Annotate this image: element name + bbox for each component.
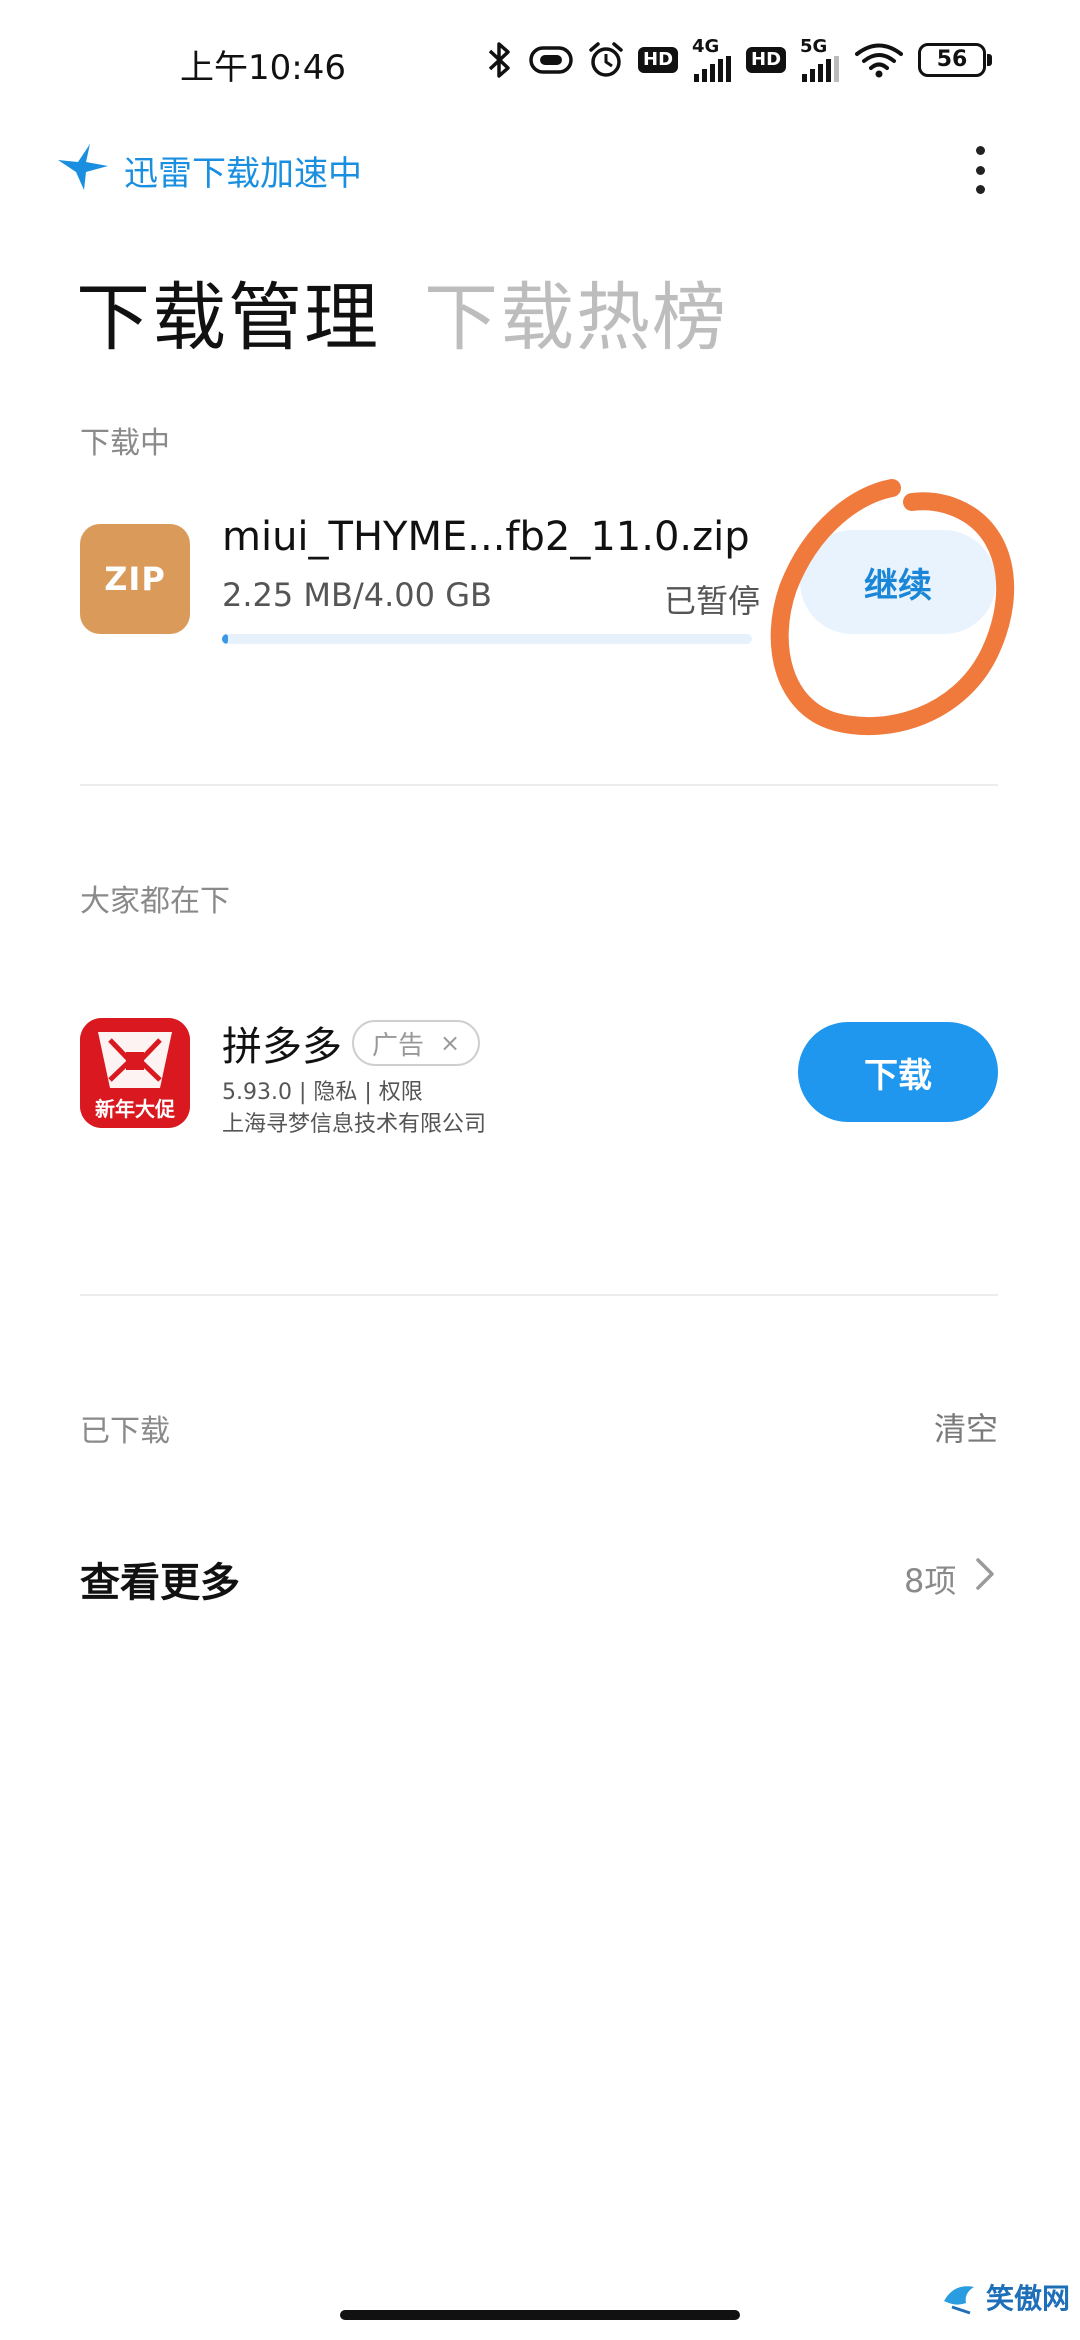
section-label-everyone-downloading: 大家都在下 [80, 884, 230, 919]
section-label-downloading: 下载中 [80, 426, 170, 461]
download-file-name[interactable]: miui_THYME...fb2_11.0.zip [222, 514, 750, 560]
watermark: 笑傲网 [940, 2264, 1076, 2330]
ad-badge: 广告 × [352, 1020, 480, 1066]
more-dot-icon [975, 185, 985, 194]
downloaded-count: 8项 [904, 1562, 957, 1600]
clear-button[interactable]: 清空 [934, 1404, 998, 1450]
watermark-logo-icon [944, 2286, 974, 2315]
tab-download-manage[interactable]: 下载管理 [76, 258, 380, 365]
bluetooth-icon [486, 40, 514, 80]
ad-app-name[interactable]: 拼多多 [222, 1014, 342, 1072]
hd-badge-2: HD [746, 47, 787, 73]
more-menu-button[interactable] [960, 140, 1000, 200]
signal-icon-1: 4G [692, 38, 732, 82]
alarm-icon [588, 41, 624, 79]
app-icon-caption: 新年大促 [95, 1097, 176, 1121]
xunlei-bird-icon [56, 140, 110, 194]
wifi-icon [854, 41, 904, 79]
status-time: 上午10:46 [180, 48, 346, 88]
section-label-downloaded: 已下载 [80, 1414, 170, 1449]
ad-app-publisher: 上海寻梦信息技术有限公司 [222, 1112, 487, 1137]
network-type-2: 5G [800, 36, 828, 57]
chevron-right-icon[interactable] [970, 1554, 1000, 1594]
zip-file-icon: ZIP [80, 524, 190, 634]
signal-icon-2: 5G [800, 38, 840, 82]
section-divider [80, 784, 998, 786]
section-divider [80, 1294, 998, 1296]
tab-download-hot[interactable]: 下载热榜 [424, 258, 728, 365]
more-dot-icon [975, 146, 985, 155]
home-indicator[interactable] [340, 2310, 740, 2320]
ad-close-icon[interactable]: × [440, 1029, 460, 1057]
download-progress-bar [222, 634, 752, 644]
accelerate-banner[interactable]: 迅雷下载加速中 [124, 146, 362, 195]
watermark-text: 笑傲网 [986, 2282, 1071, 2315]
network-type-1: 4G [692, 36, 720, 57]
download-size-text: 2.25 MB/4.00 GB [222, 576, 492, 614]
pinduoduo-app-icon[interactable]: 新年大促 [80, 1018, 190, 1128]
more-dot-icon [975, 165, 985, 175]
hd-badge-1: HD [638, 47, 679, 73]
ad-badge-label: 广告 [371, 1030, 424, 1061]
status-icons: HD 4G HD 5G 56 [486, 36, 993, 84]
vibrate-icon [528, 45, 574, 75]
ad-app-meta[interactable]: 5.93.0 | 隐私 | 权限 [222, 1074, 423, 1106]
download-button[interactable]: 下载 [798, 1022, 998, 1122]
battery-icon: 56 [918, 43, 993, 77]
download-progress-fill [222, 634, 229, 644]
see-more-link[interactable]: 查看更多 [80, 1550, 240, 1608]
annotation-circle [770, 479, 1015, 736]
